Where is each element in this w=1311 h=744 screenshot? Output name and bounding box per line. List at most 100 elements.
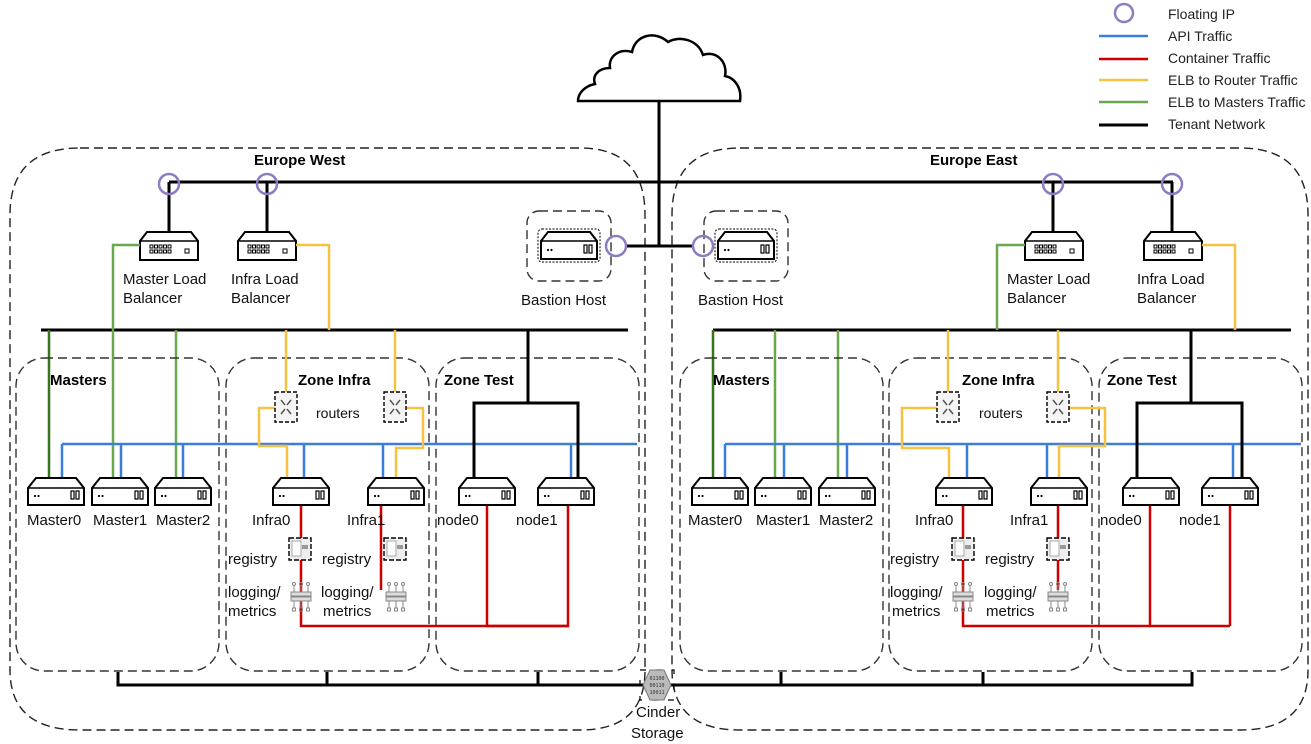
server-icon [154, 477, 212, 506]
openshift-architecture-diagram: Floating IP API Traffic Container Traffi… [9, 2, 1309, 742]
legend-label: ELB to Router Traffic [1168, 72, 1298, 88]
server-icon [1122, 477, 1180, 506]
tenant-link [472, 401, 580, 478]
registry-label: registry [985, 551, 1035, 568]
logging-label-1: logging/ [321, 584, 374, 601]
node-label-node1: node1 [516, 512, 558, 529]
legend: Floating IP API Traffic Container Traffi… [1099, 2, 1305, 132]
cloud-icon [576, 34, 742, 103]
svg-text:00110: 00110 [649, 683, 664, 689]
zone-title-masters: Masters [713, 372, 770, 389]
node-label-node0: node0 [1100, 512, 1142, 529]
infra-lb-label-1: Infra Load [231, 271, 299, 288]
region-europe-east: Master Load Balancer Infra Load Balancer… [659, 172, 1303, 672]
logging-icon [952, 582, 974, 612]
logging-label-1: logging/ [228, 584, 281, 601]
logging-label-2: metrics [228, 603, 276, 620]
infra-lb-label-1: Infra Load [1137, 271, 1205, 288]
registry-icon [288, 537, 312, 561]
floating-ip-icon [1113, 2, 1135, 24]
legend-item-elb-router: ELB to Router Traffic [1099, 72, 1298, 88]
server-icon [935, 477, 993, 506]
storage-label-1: Cinder [636, 704, 680, 721]
bastion-host-label: Bastion Host [521, 292, 607, 309]
registry-icon [951, 537, 975, 561]
logging-icon [1047, 582, 1069, 612]
legend-label: Floating IP [1168, 6, 1235, 22]
router-icon [274, 391, 298, 423]
infra-lb-label-2: Balancer [231, 290, 290, 307]
legend-label: API Traffic [1168, 28, 1232, 44]
logging-label-2: metrics [892, 603, 940, 620]
node-label-master0: Master0 [27, 512, 81, 529]
registry-label: registry [322, 551, 372, 568]
routers-label: routers [979, 405, 1023, 421]
node-label-infra1: Infra1 [1010, 512, 1048, 529]
server-icon [272, 477, 330, 506]
node-label-infra0: Infra0 [915, 512, 953, 529]
svg-text:01100: 01100 [649, 676, 664, 682]
legend-item-floating-ip: Floating IP [1113, 2, 1235, 24]
legend-item-container-traffic: Container Traffic [1099, 50, 1270, 66]
node-label-infra1: Infra1 [347, 512, 385, 529]
infra-lb-label-2: Balancer [1137, 290, 1196, 307]
server-icon [537, 477, 595, 506]
registry-icon [1046, 537, 1070, 561]
router-icon [1046, 391, 1070, 423]
routers-label: routers [316, 405, 360, 421]
server-icon [1201, 477, 1259, 506]
storage-label-2: Storage [631, 725, 684, 742]
legend-label: Container Traffic [1168, 50, 1270, 66]
registry-icon [383, 537, 407, 561]
elb-router-link [1202, 243, 1237, 330]
server-icon [367, 477, 425, 506]
region-title-west: Europe West [254, 152, 345, 169]
registry-label: registry [890, 551, 940, 568]
infra-lb-icon [237, 231, 297, 261]
node-label-master2: Master2 [819, 512, 873, 529]
infra-lb-icon [1143, 231, 1203, 261]
zone-title-test: Zone Test [444, 372, 514, 389]
svg-text:10011: 10011 [649, 690, 664, 696]
node-label-node0: node0 [437, 512, 479, 529]
zone-title-test: Zone Test [1107, 372, 1177, 389]
server-icon [1030, 477, 1088, 506]
zone-title-infra: Zone Infra [298, 372, 371, 389]
floating-ip-icon [604, 234, 628, 258]
node-label-infra0: Infra0 [252, 512, 290, 529]
server-icon [754, 477, 812, 506]
server-icon [27, 477, 85, 506]
logging-icon [385, 582, 407, 612]
logging-label-2: metrics [323, 603, 371, 620]
router-icon [383, 391, 407, 423]
registry-label: registry [228, 551, 278, 568]
tenant-link [1135, 401, 1244, 478]
storage-network: 01100 00110 10011 Cinder Storage [116, 669, 1194, 742]
node-label-master1: Master1 [93, 512, 147, 529]
server-icon [691, 477, 749, 506]
bastion-host-icon [537, 228, 601, 263]
zone-title-masters: Masters [50, 372, 107, 389]
server-icon [458, 477, 516, 506]
master-lb-label-2: Balancer [1007, 290, 1066, 307]
legend-item-elb-masters: ELB to Masters Traffic [1099, 94, 1305, 110]
master-lb-label-1: Master Load [123, 271, 206, 288]
master-lb-label-2: Balancer [123, 290, 182, 307]
legend-label: ELB to Masters Traffic [1168, 94, 1305, 110]
server-icon [91, 477, 149, 506]
master-lb-icon [1024, 231, 1084, 261]
logging-icon [290, 582, 312, 612]
master-lb-icon [139, 231, 199, 261]
elb-router-link [296, 243, 331, 330]
legend-item-api-traffic: API Traffic [1099, 28, 1232, 44]
logging-label-2: metrics [986, 603, 1034, 620]
zone-title-infra: Zone Infra [962, 372, 1035, 389]
node-label-master0: Master0 [688, 512, 742, 529]
node-label-master1: Master1 [756, 512, 810, 529]
logging-label-1: logging/ [890, 584, 943, 601]
node-label-master2: Master2 [156, 512, 210, 529]
bastion-host-icon [714, 228, 778, 263]
logging-label-1: logging/ [984, 584, 1037, 601]
node-label-node1: node1 [1179, 512, 1221, 529]
legend-item-tenant-network: Tenant Network [1099, 116, 1266, 132]
